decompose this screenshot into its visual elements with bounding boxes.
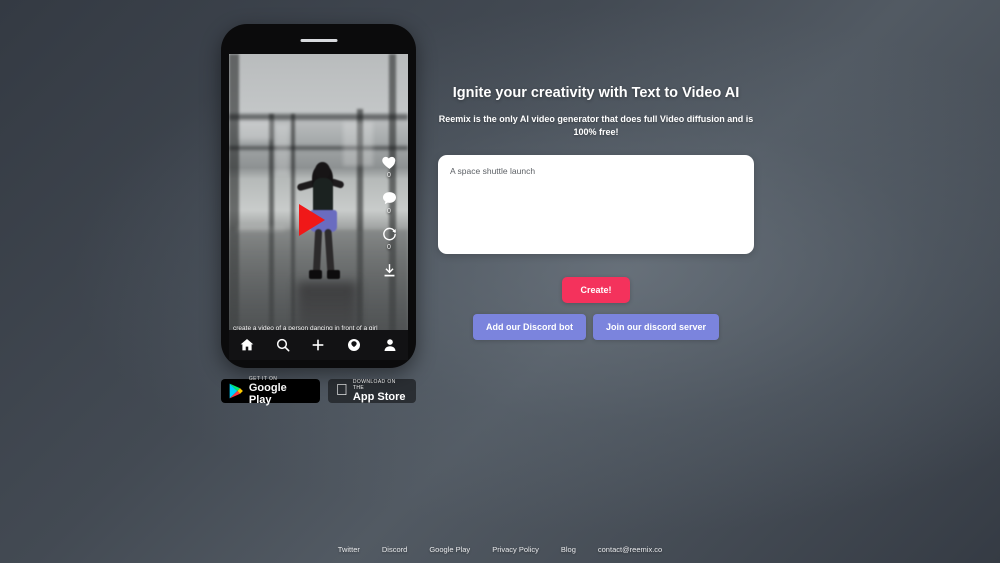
- google-play-badge[interactable]: GET IT ON Google Play: [221, 376, 320, 406]
- discord-row: Add our Discord bot Join our discord ser…: [438, 314, 754, 340]
- remix-icon: [382, 227, 396, 241]
- profile-icon[interactable]: [382, 337, 398, 353]
- footer-link-contact-email[interactable]: contact@reemix.co: [598, 545, 662, 554]
- download-icon: [384, 264, 394, 277]
- footer-link-blog[interactable]: Blog: [561, 545, 576, 554]
- join-discord-server-button[interactable]: Join our discord server: [592, 314, 720, 340]
- google-play-icon: [229, 383, 243, 399]
- phone-speaker-icon: [300, 39, 337, 42]
- create-button[interactable]: Create!: [562, 277, 630, 303]
- phone-frame: 0 0 0 create a video of a person dancing…: [221, 24, 416, 368]
- remix-count: 0: [387, 244, 391, 251]
- home-icon[interactable]: [239, 337, 255, 353]
- download-action[interactable]: [381, 262, 398, 279]
- prompt-input[interactable]: [438, 155, 754, 254]
- comment-count: 0: [387, 208, 391, 215]
- like-action[interactable]: 0: [381, 154, 398, 181]
- play-icon[interactable]: [299, 204, 325, 236]
- comment-action[interactable]: 0: [381, 190, 398, 217]
- google-play-badge-main: Google Play: [248, 382, 287, 406]
- page-subtitle: Reemix is the only AI video generator th…: [438, 114, 754, 137]
- landing-page: 0 0 0 create a video of a person dancing…: [0, 0, 1000, 563]
- footer-link-privacy-policy[interactable]: Privacy Policy: [492, 545, 539, 554]
- comment-icon: [382, 192, 396, 205]
- footer-link-google-play[interactable]: Google Play: [429, 545, 470, 554]
- like-count: 0: [387, 172, 391, 179]
- app-store-badge-main: App Store: [346, 388, 406, 403]
- phone-mockup: 0 0 0 create a video of a person dancing…: [221, 24, 416, 406]
- create-row: Create!: [438, 277, 754, 303]
- hero-content: Ignite your creativity with Text to Vide…: [438, 84, 754, 340]
- apple-icon: : [336, 383, 348, 399]
- activity-icon[interactable]: [346, 337, 362, 353]
- plus-icon[interactable]: [310, 337, 326, 353]
- add-discord-bot-button[interactable]: Add our Discord bot: [472, 314, 586, 340]
- footer-link-discord[interactable]: Discord: [382, 545, 407, 554]
- remix-action[interactable]: 0: [381, 226, 398, 253]
- app-store-badge[interactable]:  Download on the App Store: [327, 379, 416, 403]
- heart-icon: [381, 156, 395, 169]
- phone-screen: 0 0 0 create a video of a person dancing…: [229, 54, 408, 338]
- footer: Twitter Discord Google Play Privacy Poli…: [0, 545, 1000, 554]
- page-title: Ignite your creativity with Text to Vide…: [452, 85, 740, 101]
- footer-link-twitter[interactable]: Twitter: [338, 545, 360, 554]
- search-icon[interactable]: [275, 337, 291, 353]
- video-action-rail: 0 0 0: [374, 154, 404, 279]
- store-badges: GET IT ON Google Play  Download on the …: [221, 376, 416, 406]
- app-store-badge-top: Download on the: [346, 379, 403, 391]
- phone-bottom-nav: [229, 330, 408, 360]
